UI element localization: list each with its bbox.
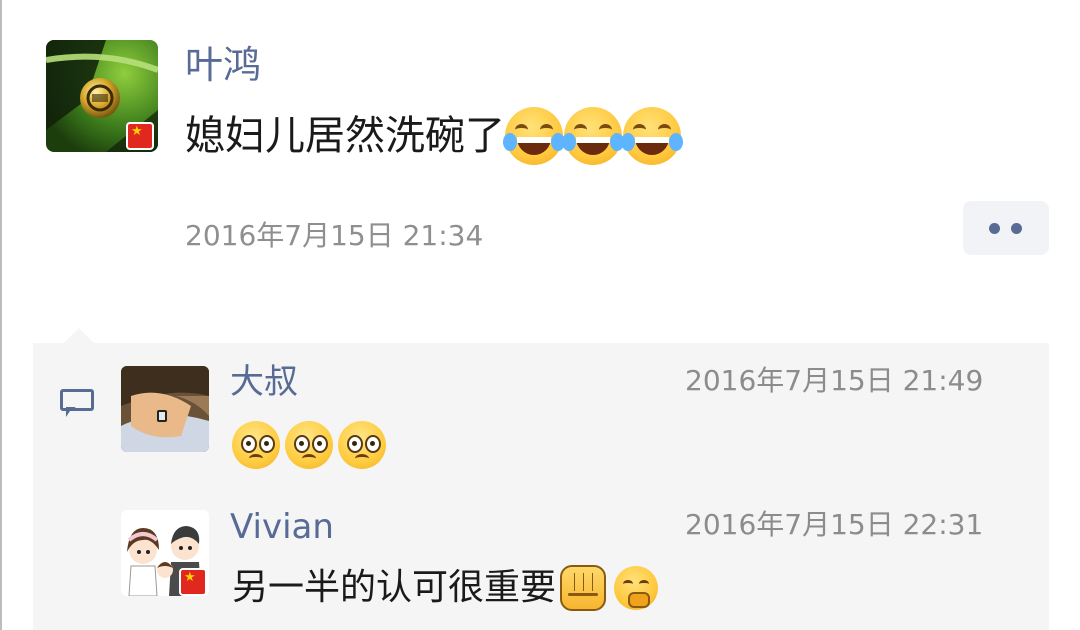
laugh-cry-emoji xyxy=(503,107,565,165)
comment-timestamp: 2016年7月15日 21:49 xyxy=(685,364,984,397)
left-edge-rule xyxy=(0,0,2,630)
worried-face-emoji xyxy=(338,421,386,469)
comment-content: 另一半的认可很重要 xyxy=(232,563,659,613)
laugh-cry-emoji xyxy=(562,107,624,165)
thinking-face-emoji xyxy=(614,566,659,610)
post-content: 媳妇儿居然洗碗了 xyxy=(185,106,683,166)
panel-pointer xyxy=(64,328,94,343)
china-flag-icon: ★ xyxy=(179,568,207,596)
comment-author-name[interactable]: 大叔 xyxy=(230,360,298,404)
post-author-avatar[interactable]: ★ xyxy=(46,40,158,152)
comment-icon xyxy=(60,389,94,417)
post-text: 媳妇儿居然洗碗了 xyxy=(185,113,505,159)
comment-avatar-dashu[interactable] xyxy=(121,366,209,452)
china-flag-icon: ★ xyxy=(126,122,154,150)
comment-content xyxy=(232,420,391,470)
worried-face-emoji xyxy=(285,421,333,469)
comment-author-name[interactable]: Vivian xyxy=(230,505,334,549)
post-author-name[interactable]: 叶鸿 xyxy=(185,40,261,90)
more-actions-button[interactable] xyxy=(963,201,1049,255)
comment-text: 另一半的认可很重要 xyxy=(232,567,557,608)
comment-timestamp: 2016年7月15日 22:31 xyxy=(685,508,984,541)
worried-face-emoji xyxy=(232,421,280,469)
dot-icon xyxy=(1011,223,1022,234)
fist-emoji xyxy=(560,565,607,611)
post-timestamp: 2016年7月15日 21:34 xyxy=(185,219,484,252)
dot-icon xyxy=(989,223,1000,234)
comment-avatar-vivian[interactable]: ★ xyxy=(121,510,209,596)
laugh-cry-emoji xyxy=(621,107,683,165)
